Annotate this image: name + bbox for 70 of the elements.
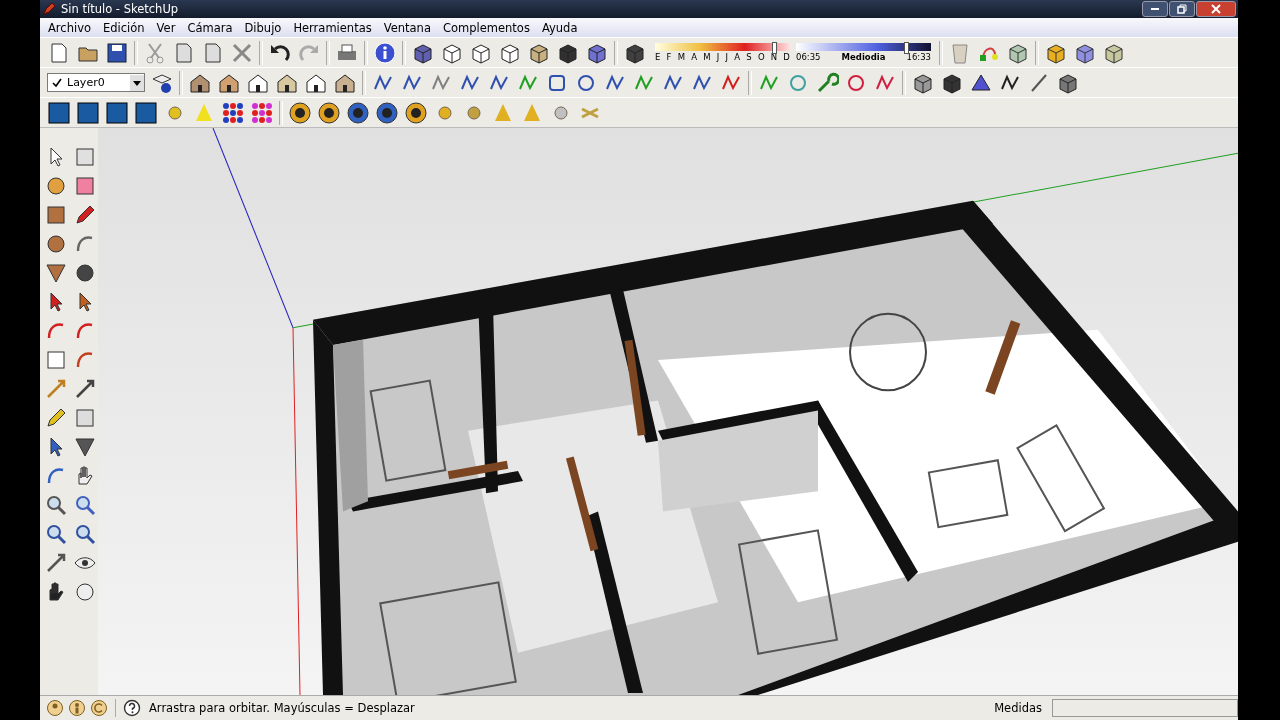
month-label: A	[691, 52, 698, 62]
menu-item[interactable]: Cámara	[181, 20, 239, 35]
restore-icon	[1177, 4, 1187, 14]
month-label: F	[666, 52, 672, 62]
square-icon[interactable]	[134, 100, 158, 125]
menu-item[interactable]: Herramientas	[287, 20, 378, 35]
status-hint: Arrastra para orbitar. Mayúsculas = Desplazar	[149, 701, 415, 715]
zoom-icon[interactable]	[73, 493, 97, 517]
zoom-icon[interactable]	[44, 522, 68, 546]
month-slider[interactable]	[655, 43, 790, 51]
person-icon[interactable]	[68, 699, 86, 717]
month-label: M	[703, 52, 711, 62]
slider-thumb[interactable]	[772, 42, 778, 54]
month-label: O	[757, 52, 765, 62]
minimize-button[interactable]	[1142, 1, 1168, 17]
month-label: J	[725, 52, 729, 62]
badge-icon[interactable]	[317, 100, 341, 125]
close-button[interactable]	[1196, 1, 1236, 17]
dots-icon[interactable]	[221, 100, 245, 125]
menu-item[interactable]: Complementos	[436, 20, 536, 35]
badge-icon[interactable]	[288, 100, 312, 125]
menu-item[interactable]: Ventana	[377, 20, 437, 35]
help-icon[interactable]	[123, 699, 141, 717]
month-label: S	[746, 52, 752, 62]
sphere-icon[interactable]	[44, 174, 68, 198]
measurements-label: Medidas	[994, 701, 1043, 715]
zoom-icon[interactable]	[73, 522, 97, 546]
menu-item[interactable]: Ver	[150, 20, 182, 35]
pencil-icon	[42, 2, 56, 16]
menu-item[interactable]: Edición	[97, 20, 151, 35]
month-label: D	[783, 52, 790, 62]
zoom-icon[interactable]	[44, 493, 68, 517]
circle-icon[interactable]	[73, 261, 97, 285]
layer-dropdown[interactable]: Layer0	[47, 73, 145, 92]
pencil-icon[interactable]	[73, 203, 97, 227]
month-label: A	[734, 52, 741, 62]
copyright-icon[interactable]	[90, 699, 108, 717]
menu-item[interactable]: Archivo	[42, 20, 97, 35]
square-icon[interactable]	[47, 100, 71, 125]
month-label: J	[716, 52, 720, 62]
geolocation-icon[interactable]	[46, 699, 64, 717]
badge-icon[interactable]	[404, 100, 428, 125]
wrench-icon[interactable]	[815, 70, 839, 95]
info-icon[interactable]	[373, 40, 397, 65]
triangle-icon[interactable]	[44, 261, 68, 285]
menu-item[interactable]: Dibujo	[238, 20, 288, 35]
triangle-icon[interactable]	[73, 435, 97, 459]
slider-thumb[interactable]	[904, 42, 909, 54]
square-icon[interactable]	[76, 100, 100, 125]
dots-icon[interactable]	[250, 100, 274, 125]
minimize-icon	[1151, 8, 1159, 10]
time-label: Mediodia	[841, 52, 886, 62]
time-label: 16:33	[906, 52, 931, 62]
close-icon	[1211, 4, 1221, 14]
badge-icon[interactable]	[375, 100, 399, 125]
3d-viewport[interactable]	[98, 128, 1238, 695]
circle-icon[interactable]	[73, 580, 97, 604]
month-label: E	[655, 52, 661, 62]
time-slider[interactable]	[796, 43, 931, 51]
restore-button[interactable]	[1169, 1, 1195, 17]
pencil-icon[interactable]	[44, 406, 68, 430]
measurements-field[interactable]	[1052, 699, 1238, 717]
month-label: M	[677, 52, 685, 62]
square-icon[interactable]	[105, 100, 129, 125]
time-label: 06:35	[796, 52, 821, 62]
window-title: Sin título - SketchUp	[61, 2, 179, 16]
menu-item[interactable]: Ayuda	[535, 20, 584, 35]
square-icon[interactable]	[44, 203, 68, 227]
circle-icon[interactable]	[44, 232, 68, 256]
badge-icon[interactable]	[346, 100, 370, 125]
